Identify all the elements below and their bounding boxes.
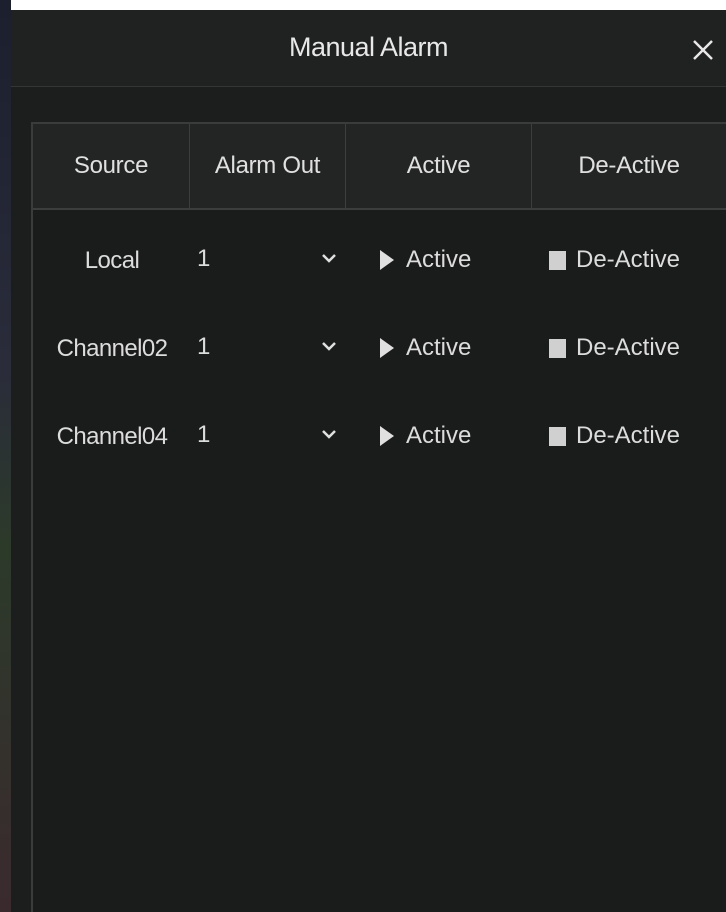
de-active-label: De-Active: [576, 246, 681, 273]
table-row: Channel02 1 Active De-Active: [33, 305, 726, 393]
chevron-down-icon: [321, 251, 337, 269]
title-bar: Manual Alarm: [11, 10, 726, 87]
table-row: Local 1 Active De-Active: [33, 217, 726, 305]
active-button[interactable]: Active: [378, 413, 518, 459]
alarm-out-dropdown[interactable]: 1: [193, 325, 343, 371]
de-active-label: De-Active: [576, 422, 681, 449]
close-button[interactable]: [688, 34, 718, 66]
de-active-button[interactable]: De-Active: [548, 413, 718, 459]
header-active: Active: [406, 152, 471, 179]
alarm-out-value: 1: [197, 333, 211, 360]
active-label: Active: [406, 246, 472, 273]
alarm-out-dropdown[interactable]: 1: [193, 413, 343, 459]
alarm-out-value: 1: [197, 245, 211, 272]
table-row: Channel04 1 Active De-Active: [33, 393, 726, 481]
chevron-down-icon: [321, 427, 337, 445]
background-strip: [0, 0, 11, 912]
de-active-label: De-Active: [576, 334, 681, 361]
stop-icon: [548, 337, 568, 359]
source-cell: Local: [84, 247, 140, 274]
table-header: Source Alarm Out Active De-Active: [33, 124, 726, 210]
stop-icon: [548, 249, 568, 271]
close-icon: [693, 40, 713, 60]
alarm-out-dropdown[interactable]: 1: [193, 237, 343, 283]
play-icon: [378, 248, 396, 272]
play-icon: [378, 336, 396, 360]
active-button[interactable]: Active: [378, 325, 518, 371]
source-cell: Channel04: [56, 423, 168, 450]
play-icon: [378, 424, 396, 448]
chevron-down-icon: [321, 339, 337, 357]
de-active-button[interactable]: De-Active: [548, 325, 718, 371]
stop-icon: [548, 425, 568, 447]
alarm-out-value: 1: [197, 421, 211, 448]
active-button[interactable]: Active: [378, 237, 518, 283]
alarm-table: Source Alarm Out Active De-Active Local …: [31, 122, 726, 912]
active-label: Active: [406, 422, 472, 449]
header-source: Source: [73, 152, 149, 179]
dialog-title: Manual Alarm: [288, 32, 449, 62]
manual-alarm-dialog: Manual Alarm Source Alarm Out Active De-…: [11, 10, 726, 912]
active-label: Active: [406, 334, 472, 361]
de-active-button[interactable]: De-Active: [548, 237, 718, 283]
source-cell: Channel02: [56, 335, 168, 362]
header-de-active: De-Active: [578, 152, 680, 179]
header-alarm-out: Alarm Out: [214, 152, 321, 179]
